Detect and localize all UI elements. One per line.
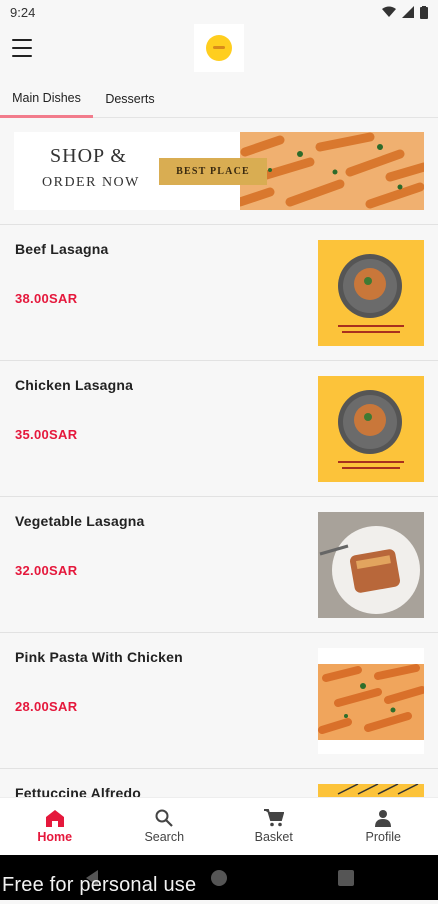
app-bar [0, 24, 438, 76]
recents-icon[interactable] [338, 870, 354, 886]
category-tabs: Main Dishes Desserts [0, 80, 438, 118]
list-item[interactable]: Vegetable Lasagna 32.00SAR [0, 496, 438, 632]
nav-home-label: Home [37, 830, 72, 844]
home-button-icon[interactable] [210, 869, 228, 887]
wifi-icon [382, 6, 396, 18]
search-icon [155, 809, 173, 827]
nav-search-label: Search [144, 830, 184, 844]
battery-icon [420, 6, 428, 19]
bottom-navigation: Home Search Basket Profile [0, 797, 438, 855]
item-name: Vegetable Lasagna [15, 513, 144, 529]
nav-basket-label: Basket [255, 830, 293, 844]
signal-icon [402, 6, 414, 18]
nav-profile[interactable]: Profile [329, 798, 438, 855]
tab-desserts[interactable]: Desserts [93, 80, 167, 118]
nav-search[interactable]: Search [110, 798, 220, 855]
person-icon [374, 809, 392, 827]
watermark-text: Free for personal use [2, 874, 196, 897]
tab-main-dishes[interactable]: Main Dishes [0, 80, 93, 118]
list-item[interactable]: Pink Pasta With Chicken 28.00SAR [0, 632, 438, 768]
item-image [318, 376, 424, 482]
home-icon [46, 810, 64, 827]
status-time: 9:24 [10, 5, 35, 20]
item-name: Beef Lasagna [15, 241, 108, 257]
list-item[interactable]: Beef Lasagna 38.00SAR [0, 224, 438, 360]
item-price: 28.00SAR [15, 699, 77, 714]
item-price: 38.00SAR [15, 291, 77, 306]
banner-badge: BEST PLACE [159, 158, 267, 185]
nav-basket[interactable]: Basket [219, 798, 329, 855]
item-image [318, 648, 424, 754]
promo-banner[interactable]: SHOP & ORDER NOW BEST PLACE [14, 132, 424, 210]
status-bar: 9:24 [0, 0, 438, 24]
item-name: Pink Pasta With Chicken [15, 649, 183, 665]
menu-icon[interactable] [12, 39, 32, 57]
item-image [318, 512, 424, 618]
app-logo [194, 24, 244, 72]
cart-icon [264, 809, 284, 827]
list-item[interactable]: Chicken Lasagna 35.00SAR [0, 360, 438, 496]
item-price: 35.00SAR [15, 427, 77, 442]
banner-title: SHOP & [50, 145, 127, 168]
nav-home[interactable]: Home [0, 798, 110, 855]
item-image [318, 240, 424, 346]
nav-profile-label: Profile [366, 830, 401, 844]
item-name: Chicken Lasagna [15, 377, 133, 393]
status-icons [382, 6, 428, 19]
banner-pasta-image [240, 132, 424, 210]
item-price: 32.00SAR [15, 563, 77, 578]
banner-subtitle: ORDER NOW [42, 175, 140, 191]
